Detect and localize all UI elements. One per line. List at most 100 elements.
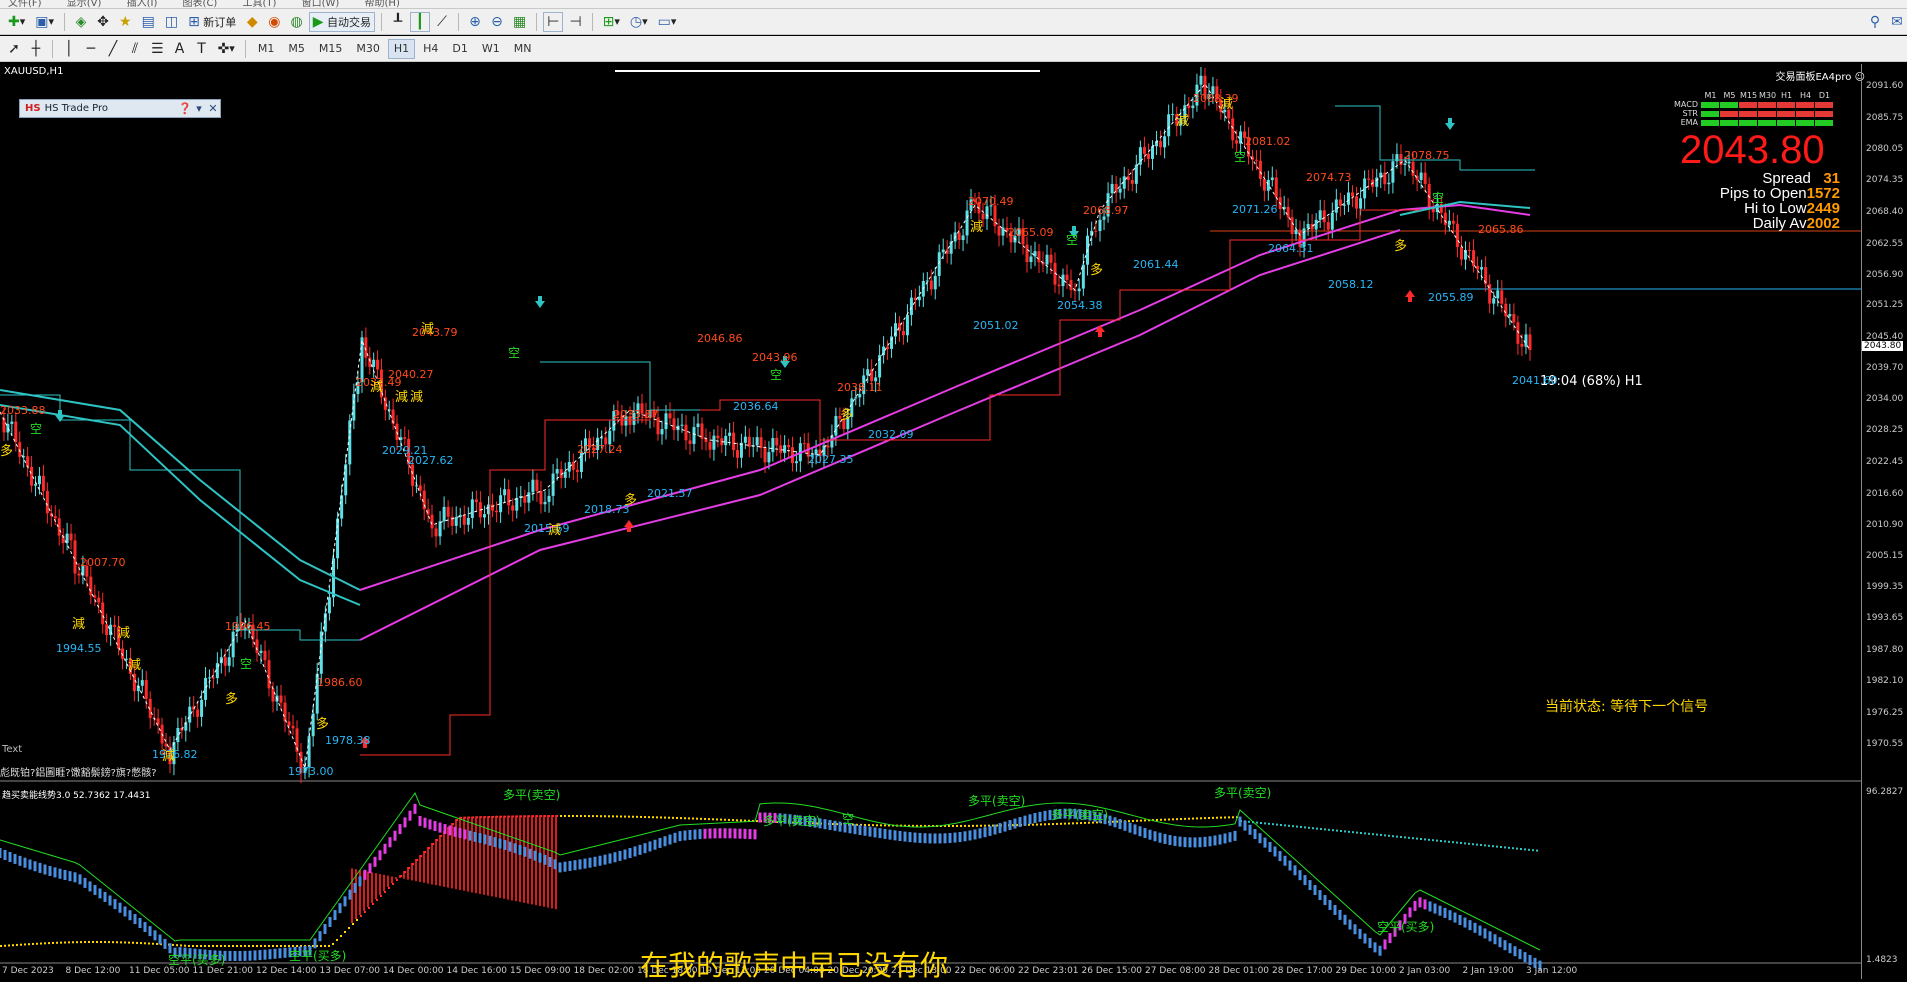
crosshair-icon[interactable]: ┼	[26, 39, 46, 59]
new-order-button[interactable]: ⊞ 新订单	[184, 12, 240, 32]
text-label-icon[interactable]: T	[192, 39, 212, 59]
timeframe-mn[interactable]: MN	[508, 39, 538, 59]
candle-body	[1146, 153, 1150, 159]
indicators-icon[interactable]: ⊞ ▾	[599, 12, 624, 32]
chart-window[interactable]: XAUUSD,H1	[0, 64, 1907, 979]
chevron-down-icon[interactable]: ▾	[192, 102, 206, 115]
timeframe-h4[interactable]: H4	[417, 39, 444, 59]
candle-body	[140, 680, 144, 686]
periods-clock-icon[interactable]: ◷ ▾	[626, 12, 652, 32]
fibonacci-icon[interactable]: ☰	[147, 39, 168, 59]
shapes-icon[interactable]: ✜ ▾	[214, 39, 239, 59]
horizontal-line-icon[interactable]: ─	[81, 39, 101, 59]
signal-dot	[88, 941, 90, 944]
timeframe-m5[interactable]: M5	[282, 39, 311, 59]
hs-trade-panel[interactable]: HS HS Trade Pro ❓ ▾ ✕	[19, 99, 221, 118]
signal-dot	[1144, 819, 1146, 822]
menu-insert[interactable]: 插入(I)	[127, 0, 158, 8]
timeframe-w1[interactable]: W1	[476, 39, 506, 59]
signal-dot	[144, 942, 146, 945]
signal-dot	[372, 903, 374, 905]
autotrade-button[interactable]: ▶ 自动交易	[308, 11, 376, 32]
menu-tools[interactable]: 工具(T)	[243, 0, 277, 8]
signal-cell	[1815, 110, 1833, 117]
zoom-out-icon[interactable]: ⊖	[487, 12, 507, 32]
signal-dot	[148, 942, 150, 945]
signal-dot	[396, 879, 398, 881]
menu-file[interactable]: 文件(F)	[8, 0, 42, 8]
new-chart-icon[interactable]: ✚ ▾	[4, 12, 29, 32]
menu-view[interactable]: 显示(V)	[67, 0, 102, 8]
signal-dot	[252, 945, 254, 947]
market-watch-icon[interactable]: ◈	[71, 12, 91, 32]
main-toolbar: ✚ ▾ ▣ ▾ ◈ ✥ ★ ▤ ◫ ⊞ 新订单 ◆ ◉ ◍ ▶ 自动交易 ┸ ┃ ⟋…	[0, 9, 1907, 35]
signal-dot	[120, 941, 122, 944]
signal-dot	[1364, 832, 1366, 835]
menu-window[interactable]: 窗口(W)	[302, 0, 340, 8]
profiles-icon[interactable]: ▣ ▾	[31, 12, 58, 32]
candle-body	[704, 438, 708, 443]
bar-chart-icon[interactable]: ┸	[388, 12, 408, 32]
price-tick: 1982.10	[1866, 676, 1904, 687]
timeframe-d1[interactable]: D1	[446, 39, 473, 59]
autoscroll-icon[interactable]: ⊢	[543, 11, 564, 32]
close-icon[interactable]: ✕	[206, 102, 220, 115]
templates-icon[interactable]: ▭ ▾	[654, 12, 681, 32]
tile-windows-icon[interactable]: ▦	[509, 12, 530, 32]
signal-word: 減	[1220, 97, 1234, 112]
swing-low-label: 2054.38	[1057, 299, 1103, 312]
signal-dot	[28, 943, 30, 946]
vertical-line-icon[interactable]: │	[59, 39, 79, 59]
tester-icon[interactable]: ◫	[161, 12, 182, 32]
menu-charts[interactable]: 图表(C)	[183, 0, 218, 8]
market-icon[interactable]: ◍	[287, 12, 307, 32]
signal-dot	[1452, 841, 1454, 844]
signal-dot	[1504, 846, 1506, 849]
data-window-icon[interactable]: ✥	[93, 12, 113, 32]
trendline-icon[interactable]: ╱	[103, 39, 123, 59]
signal-dot	[284, 945, 286, 947]
cursor-icon[interactable]: ➚	[4, 39, 24, 59]
signals-icon[interactable]: ◉	[264, 12, 284, 32]
help-icon[interactable]: ❓	[178, 102, 192, 115]
signal-dot	[256, 945, 258, 947]
timeframe-m30[interactable]: M30	[350, 39, 386, 59]
zoom-in-icon[interactable]: ⊕	[465, 12, 485, 32]
candle-body	[917, 296, 921, 301]
signal-dot	[1196, 817, 1198, 820]
timeframe-m1[interactable]: M1	[252, 39, 281, 59]
candlestick-icon[interactable]: ┃	[410, 11, 431, 32]
signal-dot	[1408, 836, 1410, 839]
candle-body	[763, 448, 767, 463]
timeframe-h1[interactable]: H1	[387, 38, 416, 59]
price-axis[interactable]: 2091.60 2085.75 2080.05 2074.35 2068.40 2062.…	[1861, 64, 1907, 979]
candle-body	[1045, 254, 1049, 265]
signal-dot	[596, 815, 598, 818]
signal-dot	[1268, 822, 1270, 825]
line-chart-icon[interactable]: ⟋	[432, 12, 452, 32]
price-chart-canvas[interactable]	[0, 64, 1861, 979]
signal-dot	[576, 815, 578, 818]
time-tick: 22 Dec 06:00	[954, 966, 1016, 976]
navigator-icon[interactable]: ★	[115, 12, 136, 32]
chat-icon[interactable]: ✉	[1887, 12, 1907, 32]
terminal-icon[interactable]: ▤	[138, 12, 159, 32]
chart-shift-icon[interactable]: ⊣	[565, 12, 585, 32]
candle-body	[1342, 204, 1346, 206]
candle-body	[1318, 210, 1322, 220]
text-icon[interactable]: A	[170, 39, 190, 59]
candle-body	[211, 677, 215, 679]
menu-help[interactable]: 帮助(H)	[365, 0, 400, 8]
timeframe-m15[interactable]: M15	[313, 39, 349, 59]
signal-dot	[1352, 831, 1354, 834]
signal-dot	[332, 943, 334, 945]
signal-dot	[1044, 823, 1046, 826]
channel-icon[interactable]: ⫽	[125, 39, 145, 59]
search-icon[interactable]: ⚲	[1865, 12, 1885, 32]
signal-dot	[740, 819, 742, 822]
price-tick: 1987.80	[1866, 645, 1904, 656]
indicator-annotation: 多平(卖空)	[763, 814, 821, 828]
candle-body	[543, 501, 547, 505]
metaeditor-icon[interactable]: ◆	[242, 12, 262, 32]
price-tick: 2034.00	[1866, 394, 1904, 405]
